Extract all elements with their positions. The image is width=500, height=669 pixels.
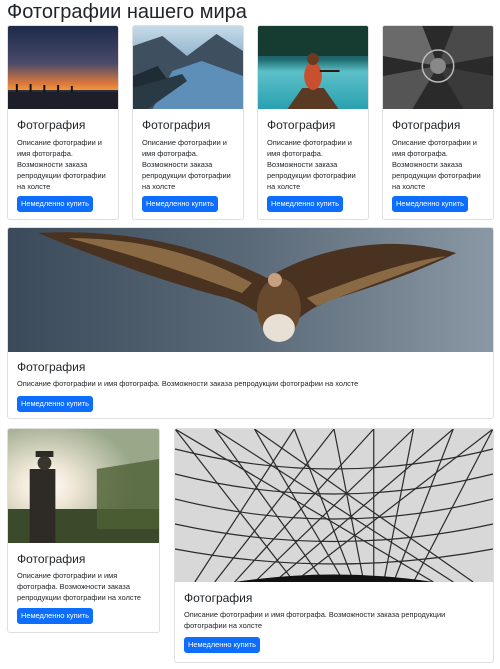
card-text: Описание фотографии и имя фотографа. Воз… <box>17 379 359 388</box>
mountain-lake-photo <box>133 26 243 109</box>
buy-now-button[interactable]: Немедленно купить <box>267 196 343 212</box>
card-text: Описание фотографии и имя фотографа. Воз… <box>142 138 231 191</box>
photo-card-6: Фотография Описание фотографии и имя фот… <box>7 428 160 633</box>
buy-now-button[interactable]: Немедленно купить <box>17 396 93 412</box>
buy-now-button[interactable]: Немедленно купить <box>17 196 93 212</box>
card-title: Фотография <box>17 360 86 374</box>
architecture-photo <box>383 26 493 109</box>
card-title: Фотография <box>17 552 86 566</box>
photo-card-5: Фотография Описание фотографии и имя фот… <box>7 227 494 419</box>
buy-now-button[interactable]: Немедленно купить <box>17 608 93 624</box>
photo-card-7: Фотография Описание фотографии и имя фот… <box>174 428 494 663</box>
card-title: Фотография <box>142 118 211 132</box>
card-text: Описание фотографии и имя фотографа. Воз… <box>17 571 142 602</box>
card-text: Описание фотографии и имя фотографа. Воз… <box>184 610 446 630</box>
card-text: Описание фотографии и имя фотографа. Воз… <box>17 138 106 191</box>
card-title: Фотография <box>267 118 336 132</box>
buy-now-button[interactable]: Немедленно купить <box>392 196 468 212</box>
card-title: Фотография <box>184 591 253 605</box>
sunset-pier-photo <box>8 26 118 109</box>
photo-card-4: Фотография Описание фотографии и имя фот… <box>382 25 494 220</box>
card-title: Фотография <box>17 118 86 132</box>
man-sunlight-photo <box>8 429 159 543</box>
card-text: Описание фотографии и имя фотографа. Воз… <box>267 138 356 191</box>
photo-card-3: Фотография Описание фотографии и имя фот… <box>257 25 369 220</box>
card-title: Фотография <box>392 118 461 132</box>
vulture-photo <box>8 228 493 352</box>
buy-now-button[interactable]: Немедленно купить <box>184 637 260 653</box>
card-text: Описание фотографии и имя фотографа. Воз… <box>392 138 481 191</box>
photo-card-2: Фотография Описание фотографии и имя фот… <box>132 25 244 220</box>
photo-card-1: Фотография Описание фотографии и имя фот… <box>7 25 119 220</box>
canoe-woman-photo <box>258 26 368 109</box>
glass-dome-photo <box>175 429 493 582</box>
page-title: Фотографии нашего мира <box>7 1 247 23</box>
buy-now-button[interactable]: Немедленно купить <box>142 196 218 212</box>
